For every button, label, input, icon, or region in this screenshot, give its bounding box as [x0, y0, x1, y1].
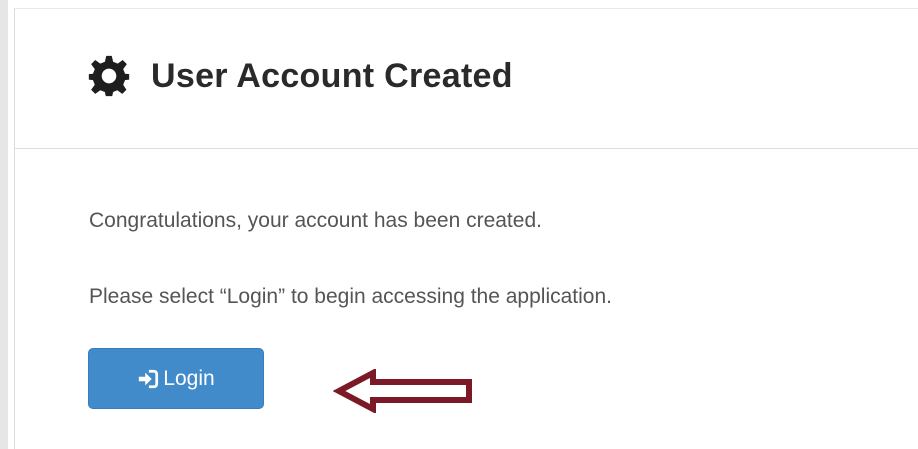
page-title: User Account Created: [151, 56, 513, 95]
login-button[interactable]: Login: [88, 348, 264, 409]
page: User Account Created Congratulations, yo…: [0, 0, 918, 449]
instruction-message: Please select “Login” to begin accessing…: [89, 285, 612, 308]
left-arrow-icon: [333, 369, 472, 413]
account-created-panel: User Account Created Congratulations, yo…: [14, 8, 918, 449]
gear-icon: [88, 55, 130, 97]
left-border: [0, 0, 8, 449]
heading-row: User Account Created: [87, 51, 513, 101]
login-button-label: Login: [163, 366, 215, 390]
sign-in-icon: [139, 369, 159, 388]
panel-heading: User Account Created: [15, 9, 918, 149]
congratulations-message: Congratulations, your account has been c…: [89, 209, 542, 232]
